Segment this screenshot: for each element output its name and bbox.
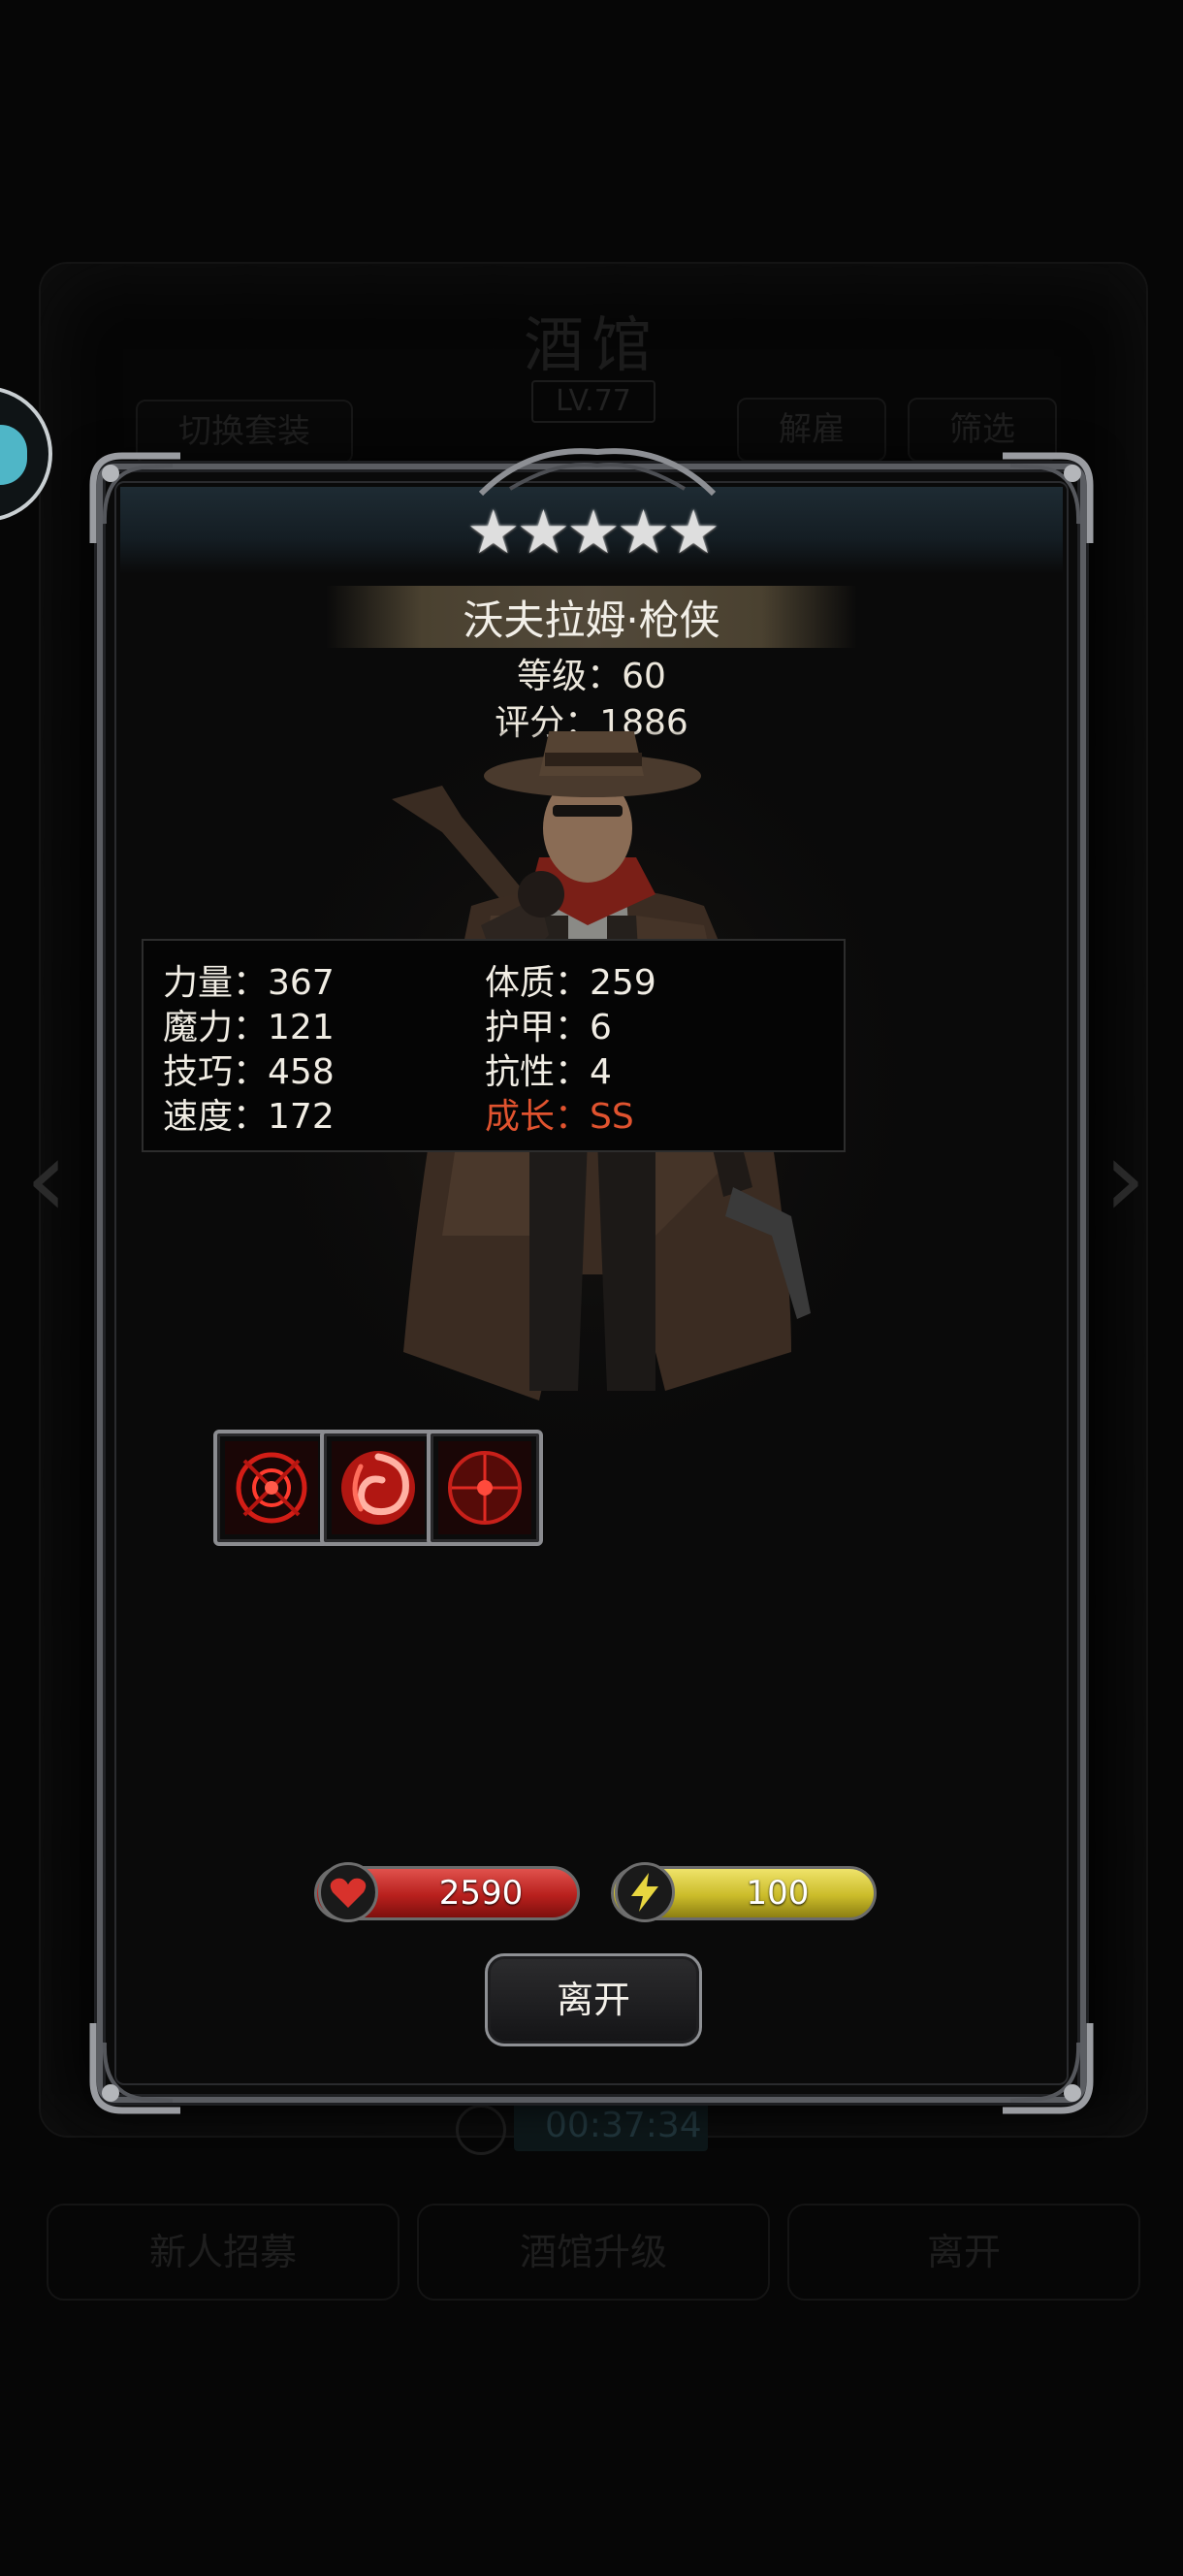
skill-slot-2[interactable] <box>320 1430 436 1546</box>
hp-value: 2590 <box>438 1874 524 1913</box>
stat-constitution: 体质：259 <box>485 963 656 1003</box>
avatar-face-icon <box>0 425 27 485</box>
target-scope-icon <box>438 1441 531 1534</box>
star-icon: ★ <box>616 497 671 567</box>
clock-icon <box>456 2105 506 2155</box>
tavern-screen: 酒馆 LV.77 切换套装 解雇 筛选 ‹ › 00:37:34 新人招募 酒馆… <box>0 0 1183 2576</box>
next-arrow-icon[interactable]: › <box>1096 1125 1154 1232</box>
star-icon: ★ <box>466 497 521 567</box>
prev-arrow-icon[interactable]: ‹ <box>17 1125 76 1232</box>
stat-speed: 速度：172 <box>163 1097 335 1137</box>
star-rating: ★★★★★ <box>103 497 1080 567</box>
star-icon: ★ <box>666 497 720 567</box>
tavern-level: LV.77 <box>531 380 655 423</box>
hero-detail-dialog: ★★★★★ 沃夫拉姆·枪侠 等级：60 评分：1886 力量：367 魔力：12… <box>89 448 1094 2114</box>
leave-button[interactable]: 离开 <box>485 1953 702 2046</box>
hero-level: 等级：60 <box>517 657 666 696</box>
stat-growth: 成长：SS <box>485 1097 634 1137</box>
stat-skill: 技巧：458 <box>163 1052 335 1092</box>
ornament-corner-icon <box>993 2013 1100 2120</box>
tavern-title: 酒馆 <box>523 309 659 380</box>
stat-magic: 魔力：121 <box>163 1008 335 1047</box>
swirl-vortex-icon <box>332 1441 425 1534</box>
crest-ornament-icon <box>471 440 723 499</box>
tavern-upgrade-button: 酒馆升级 <box>417 2204 770 2301</box>
stat-strength: 力量：367 <box>163 963 335 1003</box>
stat-armor: 护甲：6 <box>485 1008 612 1047</box>
background-leave-button: 离开 <box>787 2204 1140 2301</box>
new-recruit-button: 新人招募 <box>47 2204 400 2301</box>
dismiss-button: 解雇 <box>737 398 886 462</box>
lightning-icon <box>615 1862 675 1922</box>
skill-slot-3[interactable] <box>427 1430 543 1546</box>
stat-resistance: 抗性：4 <box>485 1052 612 1092</box>
energy-value: 100 <box>746 1874 810 1913</box>
hero-name: 沃夫拉姆·枪侠 <box>463 596 720 644</box>
star-icon: ★ <box>566 497 621 567</box>
ornament-corner-icon <box>83 2013 190 2120</box>
skill-slot-1[interactable] <box>213 1430 330 1546</box>
heart-icon <box>318 1862 378 1922</box>
recruit-timer: 00:37:34 <box>514 2101 708 2151</box>
crosshair-burst-icon <box>225 1441 318 1534</box>
star-icon: ★ <box>516 497 571 567</box>
stats-panel: 力量：367 魔力：121 技巧：458 速度：172 体质：259 护甲：6 … <box>142 939 846 1152</box>
